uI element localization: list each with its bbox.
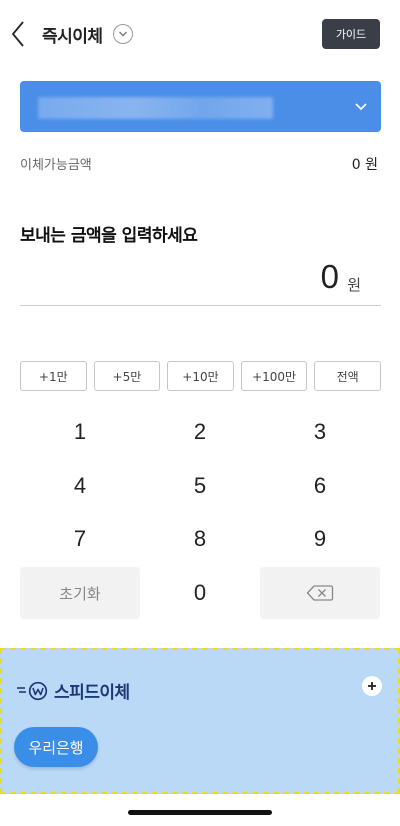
quick-amount-row: +1만 +5만 +10만 +100만 전액	[20, 361, 381, 391]
back-button[interactable]	[6, 16, 30, 52]
key-6[interactable]: 6	[260, 460, 380, 512]
key-4[interactable]: 4	[20, 460, 140, 512]
quick-amount-button[interactable]: +1만	[20, 361, 87, 391]
amount-value: 0	[320, 258, 339, 295]
key-8[interactable]: 8	[140, 513, 260, 565]
account-number-masked	[38, 97, 273, 119]
backspace-icon	[306, 585, 334, 601]
guide-button[interactable]: 가이드	[322, 19, 380, 49]
chevron-down-icon	[355, 103, 367, 111]
account-select[interactable]	[20, 81, 381, 132]
key-2[interactable]: 2	[140, 406, 260, 458]
key-1[interactable]: 1	[20, 406, 140, 458]
key-3[interactable]: 3	[260, 406, 380, 458]
add-speed-transfer-button[interactable]	[362, 676, 382, 696]
available-balance-label: 이체가능금액	[20, 158, 92, 173]
title-dropdown-button[interactable]	[113, 24, 133, 44]
key-0[interactable]: 0	[140, 567, 260, 619]
key-9[interactable]: 9	[260, 513, 380, 565]
speed-transfer-title: 스피드이체	[54, 683, 130, 703]
plus-icon	[368, 682, 376, 690]
key-5[interactable]: 5	[140, 460, 260, 512]
speed-transfer-panel: 스피드이체 우리은행	[0, 648, 400, 794]
quick-amount-button[interactable]: +10만	[167, 361, 234, 391]
reset-button[interactable]: 초기화	[20, 567, 140, 619]
quick-amount-button[interactable]: +5만	[93, 361, 161, 391]
reset-label: 초기화	[59, 584, 101, 603]
backspace-button[interactable]	[260, 567, 380, 619]
amount-unit: 원	[347, 276, 361, 294]
amount-input[interactable]: 0 원	[20, 258, 381, 306]
chevron-left-icon	[11, 21, 24, 47]
quick-amount-button[interactable]: +100만	[240, 361, 308, 391]
available-balance-value: 0 원	[351, 157, 378, 173]
page-title: 즉시이체	[42, 27, 103, 47]
bank-chip-woori[interactable]: 우리은행	[14, 727, 98, 767]
chevron-down-icon	[119, 31, 127, 37]
key-7[interactable]: 7	[20, 513, 140, 565]
speed-w-icon	[17, 681, 48, 700]
speed-transfer-header: 스피드이체	[16, 678, 130, 703]
home-indicator[interactable]	[128, 810, 272, 815]
header: 즉시이체 가이드	[0, 0, 400, 66]
all-amount-button[interactable]: 전액	[314, 361, 381, 391]
amount-prompt: 보내는 금액을 입력하세요	[20, 226, 198, 246]
